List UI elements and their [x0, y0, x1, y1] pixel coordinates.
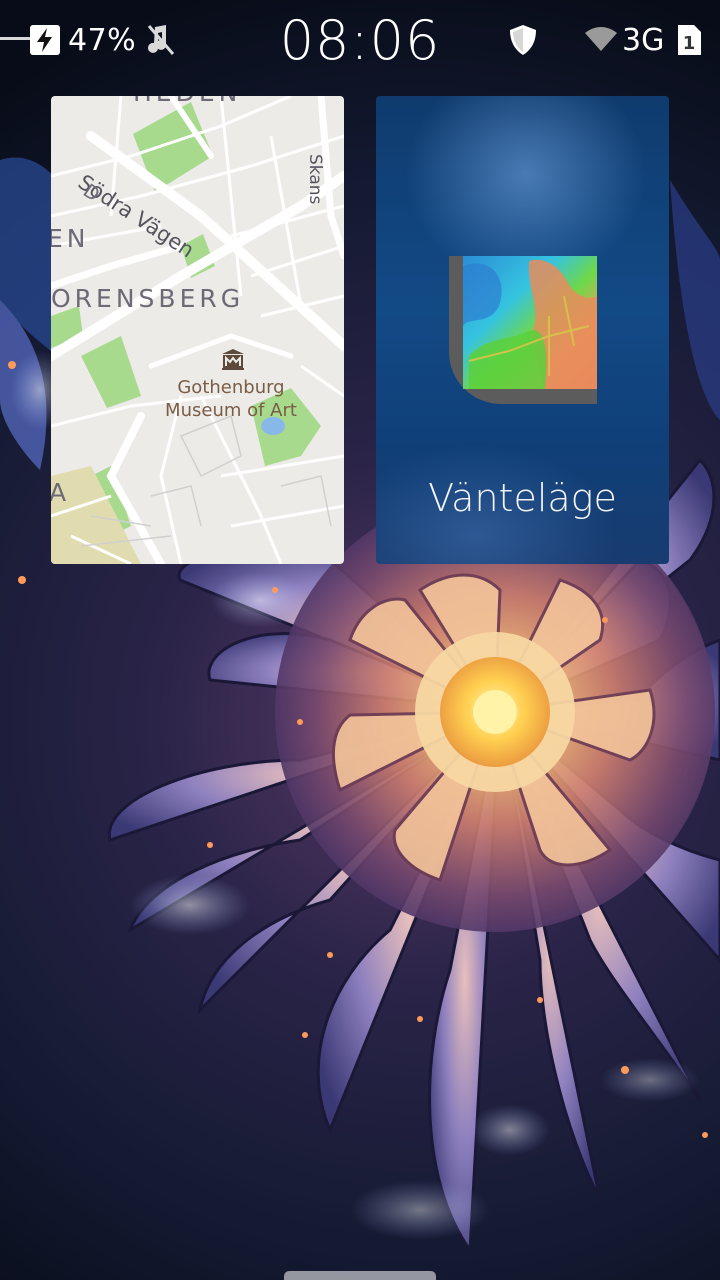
museum-poi-label: Gothenburg Museum of Art	[151, 376, 311, 422]
map-park	[81, 336, 141, 408]
network-type: 3G	[622, 22, 665, 58]
status-bar: 47% 08:06 3G 1	[0, 0, 720, 80]
map-area-label-lorensberg: ORENSBERG	[51, 284, 245, 313]
museum-poi-label-line2: Museum of Art	[165, 400, 297, 421]
map-street-label-skans: Skans	[305, 154, 325, 205]
standby-app-cover[interactable]: Vänteläge	[376, 96, 669, 564]
sim-slot-number: 1	[683, 33, 696, 54]
home-indicator-handle[interactable]	[284, 1271, 436, 1280]
standby-app-icon	[449, 256, 597, 404]
standby-cover-label: Vänteläge	[428, 476, 617, 520]
map-area-label-a: A	[51, 478, 67, 507]
map-tiles	[51, 96, 344, 564]
map-area-label-en: EN	[51, 224, 90, 253]
museum-poi-label-line1: Gothenburg	[177, 377, 285, 398]
map-app-cover[interactable]: HEDEN Södra Vägen D Skans EN ORENSBERG A…	[51, 96, 344, 564]
map-area-label-heden: HEDEN	[133, 96, 241, 107]
shield-icon	[508, 0, 538, 80]
wifi-signal-icon	[584, 0, 618, 80]
sim-card-icon: 1	[676, 0, 702, 80]
